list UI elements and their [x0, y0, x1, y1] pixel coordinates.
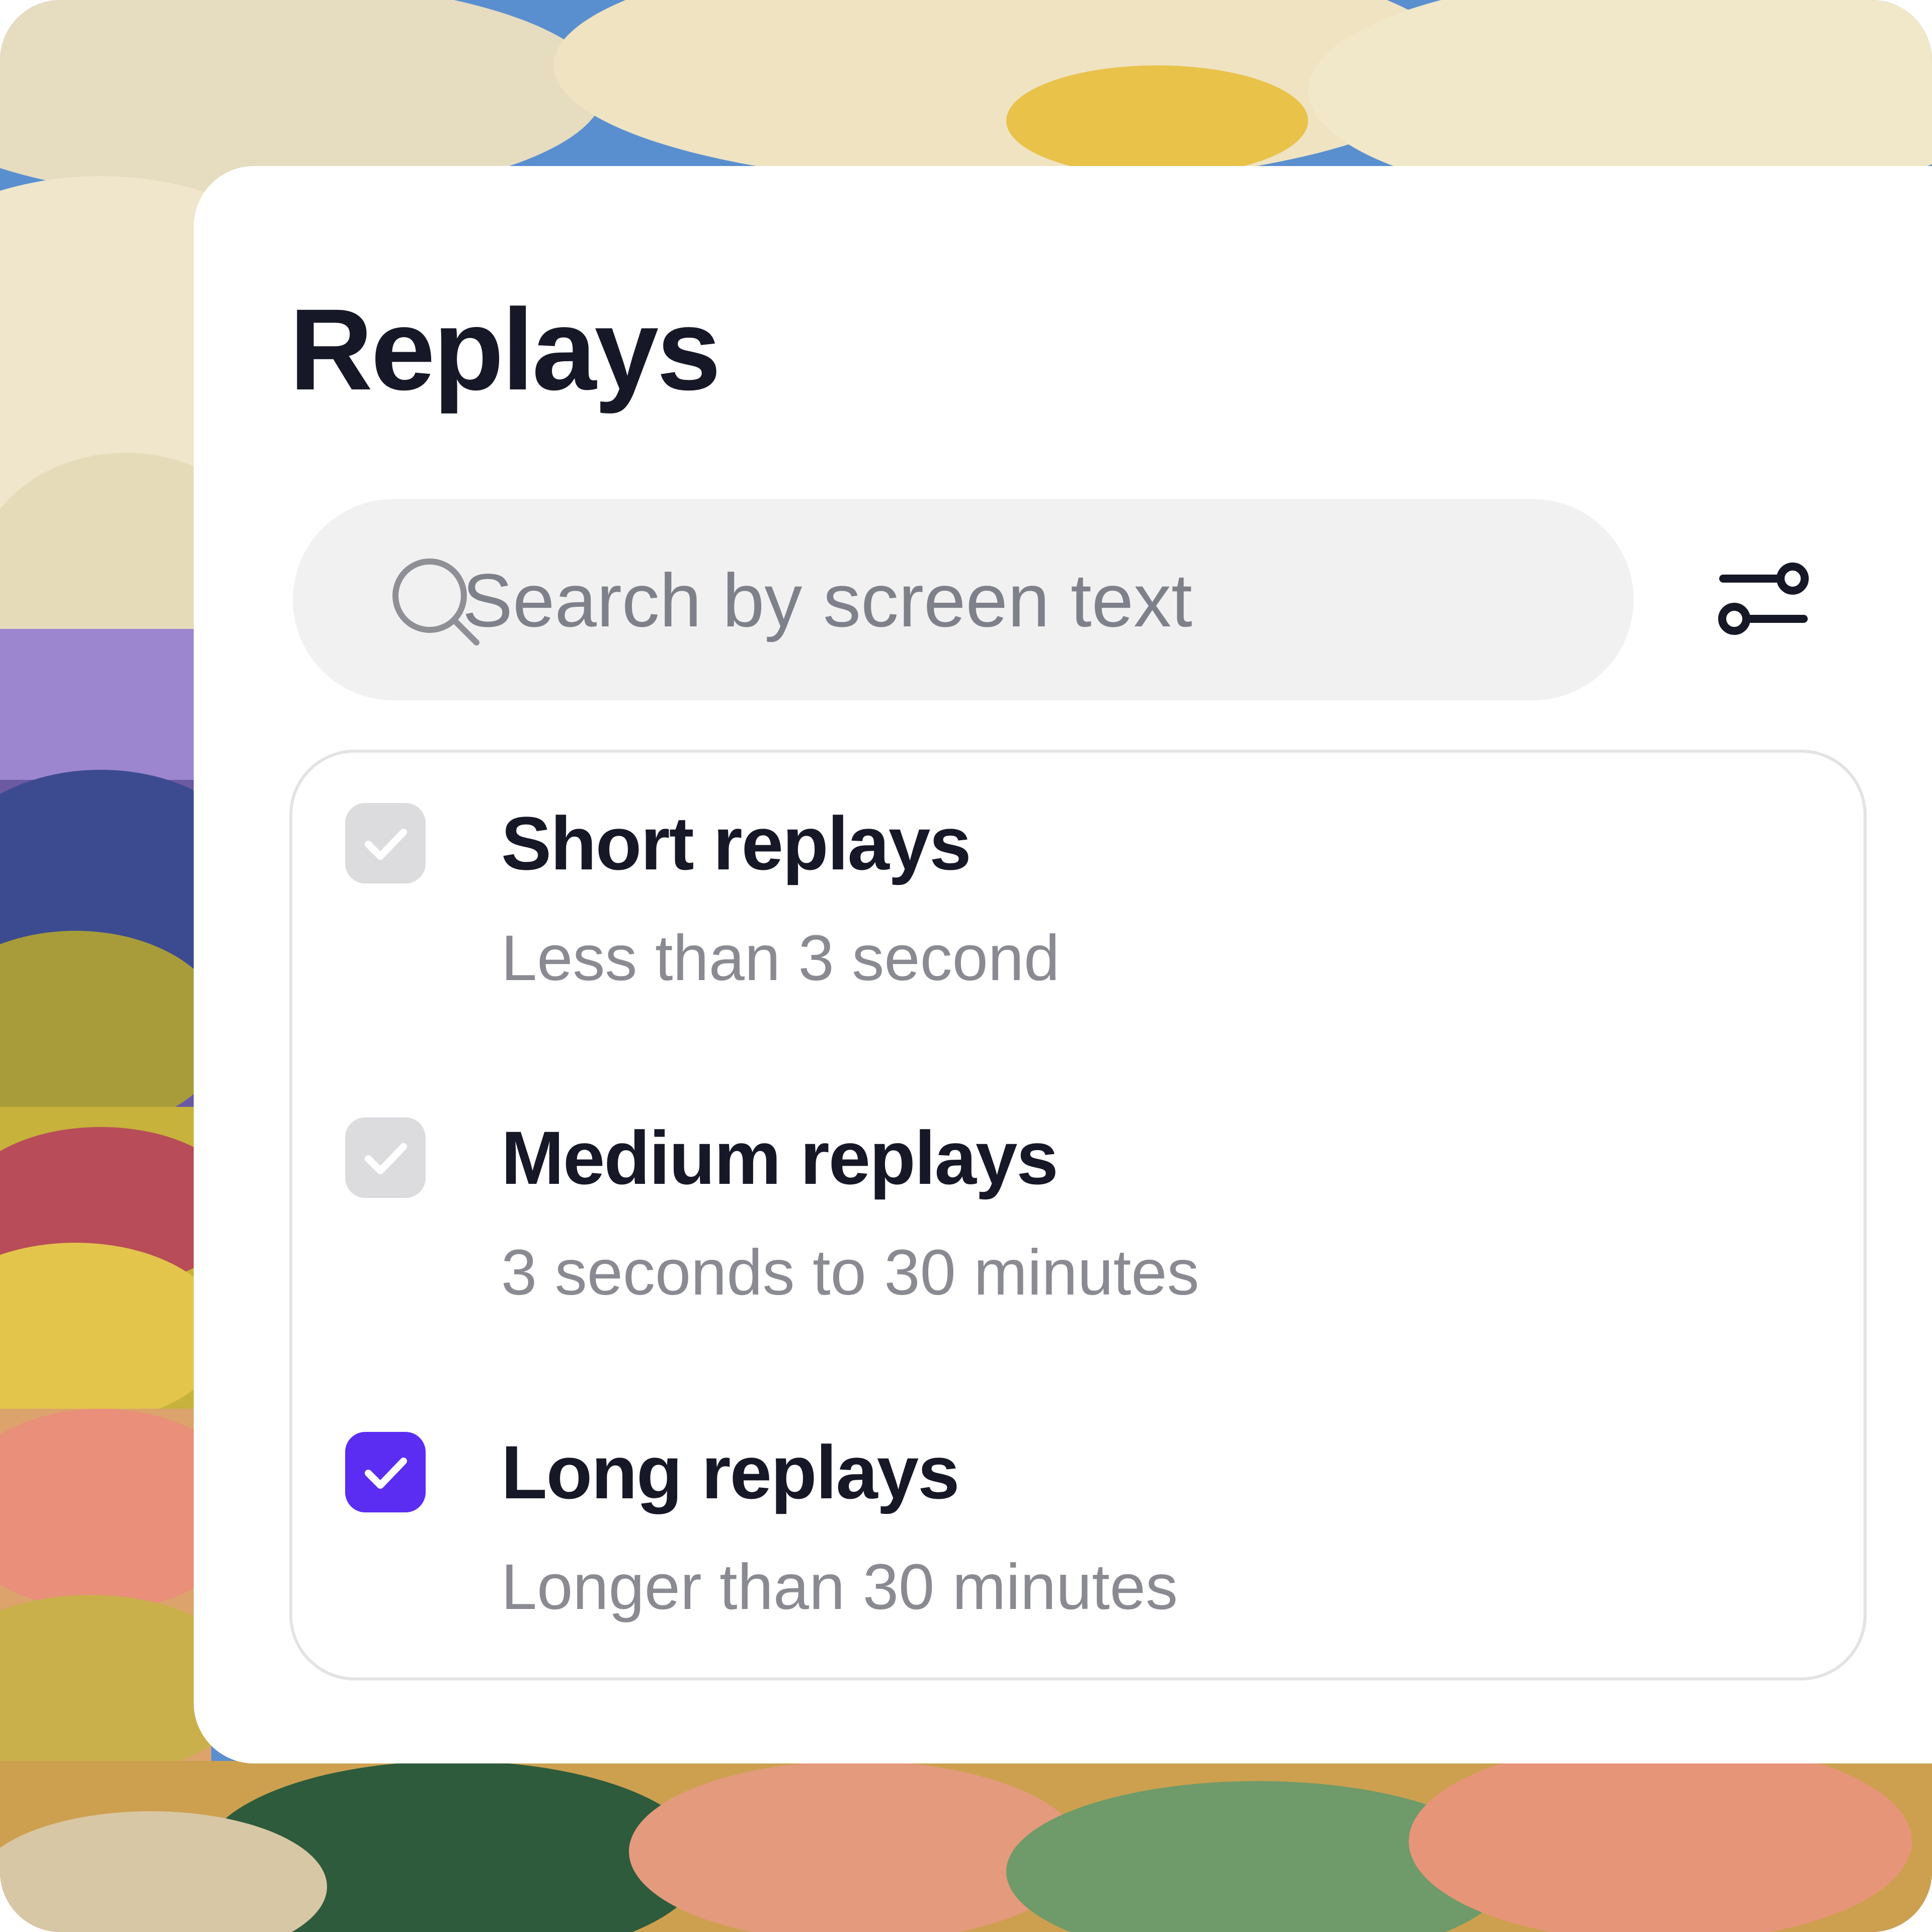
search-bar[interactable] — [293, 499, 1634, 700]
replays-panel: Replays Short replays Less th — [194, 166, 1932, 1763]
option-subtitle: Less than 3 second — [501, 922, 1060, 994]
check-icon — [365, 829, 407, 860]
option-subtitle: Longer than 30 minutes — [501, 1551, 1178, 1623]
option-title: Medium replays — [501, 1115, 1059, 1200]
replay-length-options: Short replays Less than 3 second Medium … — [289, 750, 1867, 1680]
option-short-replays[interactable]: Short replays Less than 3 second — [292, 753, 1864, 1004]
option-title: Long replays — [501, 1430, 960, 1514]
check-icon — [365, 1143, 407, 1174]
medium-replays-checkbox[interactable] — [345, 1117, 426, 1198]
long-replays-checkbox[interactable] — [345, 1432, 426, 1512]
check-icon — [365, 1458, 407, 1489]
sliders-icon[interactable] — [1713, 558, 1814, 639]
option-subtitle: 3 seconds to 30 minutes — [501, 1237, 1199, 1309]
short-replays-checkbox[interactable] — [345, 803, 426, 883]
option-long-replays[interactable]: Long replays Longer than 30 minutes — [292, 1382, 1864, 1633]
option-medium-replays[interactable]: Medium replays 3 seconds to 30 minutes — [292, 1067, 1864, 1319]
search-input[interactable] — [461, 542, 1570, 659]
window-frame: Replays Short replays Less th — [0, 0, 1932, 1932]
page-title: Replays — [289, 285, 721, 414]
option-title: Short replays — [501, 801, 972, 886]
